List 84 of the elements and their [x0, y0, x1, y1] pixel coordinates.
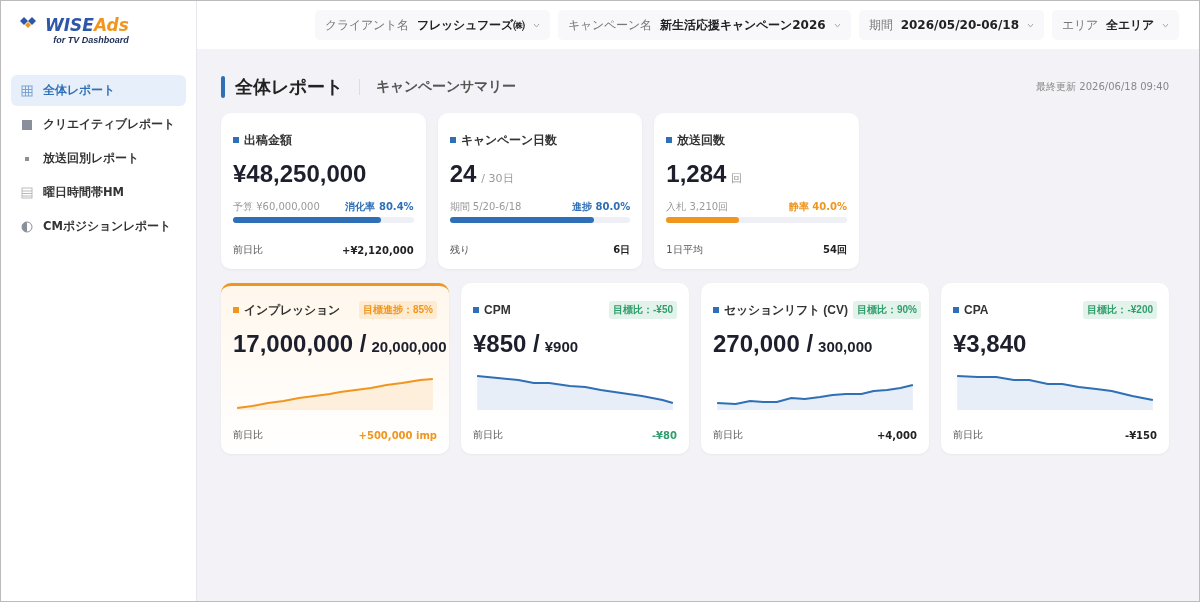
filter-dropdown[interactable]: キャンペーン名 新生活応援キャンペーン2026: [558, 10, 851, 40]
kpi-card[interactable]: インプレッション 目標進捗：85% 17,000,000 / 20,000,000 前日比 +500,000 imp: [221, 283, 449, 454]
sidebar-item[interactable]: 曜日時間帯HM: [11, 177, 186, 208]
square-icon: [233, 307, 239, 313]
card-target: 300,000: [818, 338, 873, 355]
caret-icon: [1162, 22, 1169, 28]
square-icon: [449, 137, 456, 143]
filter-value: 2026/05/20-06/18: [900, 18, 1019, 32]
footer-value: -¥150: [1125, 429, 1157, 441]
footer-label: 前日比: [233, 428, 263, 442]
footer-value: +¥2,120,000: [342, 244, 414, 256]
footer-value: +4,000: [877, 429, 917, 441]
square-icon: [473, 307, 479, 313]
sidebar-item[interactable]: 放送回別レポート: [11, 143, 186, 174]
card-title: キャンペーン日数: [460, 131, 557, 149]
target-badge: 目標比：-¥50: [609, 301, 677, 319]
page-subtitle: キャンペーンサマリー: [376, 78, 516, 96]
card-value: 270,000 /: [713, 330, 814, 358]
card-target: 20,000,000: [371, 338, 447, 355]
card-title: インプレッション: [244, 301, 340, 319]
kpi-card[interactable]: CPM 目標比：-¥50 ¥850 / ¥900 前日比 -¥80: [461, 283, 689, 454]
square-icon: [21, 118, 33, 131]
card-target: ¥900: [544, 338, 579, 355]
sidebar-item[interactable]: 全体レポート: [11, 75, 186, 106]
card-title: CPM: [484, 303, 511, 317]
target-badge: 目標比：90%: [853, 301, 921, 319]
target-badge: 目標比：-¥200: [1083, 301, 1157, 319]
filter-value: 新生活応援キャンペーン2026: [660, 16, 826, 34]
card-title: CPA: [964, 303, 989, 317]
card-note: 予算 ¥60,000,000: [233, 200, 320, 214]
footer-label: 残り: [449, 243, 470, 257]
half-circle-icon: [21, 220, 33, 233]
card-value: 17,000,000 /: [233, 330, 367, 358]
footer-label: 前日比: [953, 428, 983, 442]
card-value: ¥850 /: [473, 330, 540, 358]
filter-label: クライアント名: [325, 16, 410, 34]
filter-dropdown[interactable]: クライアント名 フレッシュフーズ㈱: [315, 10, 551, 40]
logo-tagline: for TV Dashboard: [53, 35, 129, 45]
card-title: 放送回数: [677, 131, 726, 149]
square-icon: [713, 307, 719, 313]
filter-label: 期間: [868, 16, 893, 34]
footer-label: 前日比: [473, 428, 503, 442]
kpi-card[interactable]: CPA 目標比：-¥200 ¥3,840 前日比 -¥150: [941, 283, 1169, 454]
kpi-card[interactable]: セッションリフト (CV) 目標比：90% 270,000 / 300,000 前日比 +4,000: [701, 283, 929, 454]
square-icon: [233, 137, 239, 143]
filter-label: キャンペーン名: [568, 16, 653, 34]
footer-value: +500,000 imp: [358, 429, 437, 441]
card-note: 期間 5/20-6/18: [449, 200, 522, 214]
card-rate: 進捗 80.0%: [572, 200, 631, 214]
square-icon: [953, 307, 959, 313]
footer-value: 54回: [823, 243, 847, 257]
filter-dropdown[interactable]: エリア 全エリア: [1052, 10, 1179, 40]
card-unit: / 30日: [481, 171, 514, 186]
card-title: 出稿金額: [244, 131, 292, 149]
filter-value: 全エリア: [1106, 16, 1154, 34]
grid-icon: [21, 84, 33, 97]
filter-value: フレッシュフーズ㈱: [417, 16, 526, 34]
caret-icon: [533, 22, 541, 28]
card-value: 24: [449, 160, 477, 188]
card-value: ¥48,250,000: [233, 160, 367, 188]
footer-label: 1日平均: [666, 243, 703, 257]
list-icon: [21, 186, 33, 199]
filter-label: エリア: [1062, 16, 1098, 34]
footer-label: 前日比: [233, 243, 263, 257]
sidebar-item[interactable]: クリエイティブレポート: [11, 109, 186, 140]
caret-icon: [833, 22, 841, 28]
footer-value: -¥80: [651, 429, 677, 441]
card-note: 入札 3,210回: [666, 200, 729, 214]
card-value: 1,284: [666, 160, 727, 188]
card-rate: 消化率 80.4%: [345, 200, 414, 214]
filter-dropdown[interactable]: 期間 2026/05/20-06/18: [858, 10, 1044, 40]
sidebar-item[interactable]: CMポジションレポート: [11, 211, 186, 242]
card-title: セッションリフト (CV): [724, 301, 848, 319]
card-unit: 回: [731, 171, 743, 186]
card-value: ¥3,840: [953, 330, 1027, 358]
caret-icon: [1027, 22, 1034, 28]
last-updated: 最終更新 2026/06/18 09:40: [1036, 80, 1169, 94]
square-icon: [666, 137, 673, 143]
target-badge: 目標進捗：85%: [359, 301, 437, 319]
card-rate: 静率 40.0%: [788, 200, 847, 214]
footer-value: 6日: [613, 243, 631, 257]
footer-label: 前日比: [713, 428, 743, 442]
logo-text: WISEAds: [45, 15, 129, 35]
page-title: 全体レポート: [235, 75, 343, 99]
